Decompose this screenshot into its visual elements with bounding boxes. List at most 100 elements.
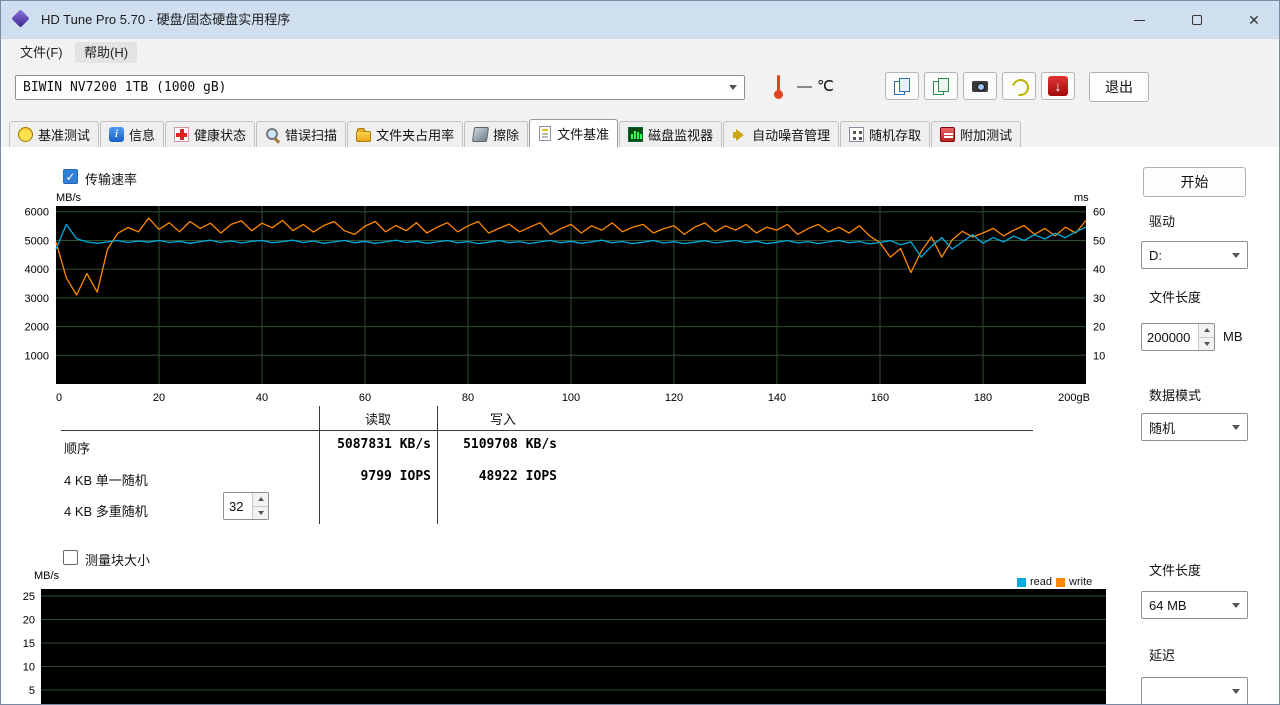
tab-label: 附加测试	[960, 128, 1013, 143]
benchmark-icon	[18, 127, 33, 142]
svg-text:140: 140	[768, 392, 786, 404]
svg-text:50: 50	[1093, 235, 1105, 247]
4k-single-read-value: 9799 IOPS	[360, 469, 431, 484]
tab-health[interactable]: 健康状态	[165, 121, 256, 147]
svg-text:5: 5	[29, 685, 35, 697]
tab-benchmark[interactable]: 基准测试	[9, 121, 100, 147]
window-chrome: HD Tune Pro 5.70 - 硬盘/固态硬盘实用程序 ✕ 文件(F) 帮…	[1, 1, 1279, 147]
erase-icon	[472, 127, 490, 142]
svg-text:20: 20	[153, 392, 165, 404]
minimize-button[interactable]	[1116, 1, 1162, 39]
tab-label: 随机存取	[869, 128, 922, 143]
file-length-label: 文件长度	[1149, 290, 1202, 305]
app-icon	[11, 9, 30, 28]
queue-depth-value: 32	[229, 498, 244, 514]
tab-label: 健康状态	[194, 128, 247, 143]
exit-button[interactable]: 退出	[1089, 72, 1149, 102]
update-icon	[1048, 76, 1068, 96]
temperature-unit: ℃	[817, 78, 834, 95]
app-window: HD Tune Pro 5.70 - 硬盘/固态硬盘实用程序 ✕ 文件(F) 帮…	[0, 0, 1280, 705]
acoustic-management-button[interactable]	[1002, 72, 1036, 100]
tab-random-access[interactable]: 随机存取	[840, 121, 931, 147]
svg-text:10: 10	[23, 662, 35, 674]
svg-text:1000: 1000	[25, 350, 49, 362]
svg-text:4000: 4000	[25, 264, 49, 276]
start-button[interactable]: 开始	[1143, 167, 1246, 197]
tab-label: 文件夹占用率	[376, 128, 455, 143]
row-4k-multi-label: 4 KB 多重随机	[64, 504, 148, 519]
copy-image-button[interactable]	[924, 72, 958, 100]
update-button[interactable]	[1041, 72, 1075, 100]
monitor-icon	[628, 127, 644, 142]
latency-label: 延迟	[1149, 648, 1176, 663]
svg-text:MB/s: MB/s	[56, 192, 82, 204]
acoustic-management-icon	[1009, 76, 1029, 96]
close-button[interactable]: ✕	[1231, 1, 1277, 39]
svg-text:20: 20	[23, 615, 35, 627]
menu-file[interactable]: 文件(F)	[11, 42, 72, 63]
tab-error-scan[interactable]: 错误扫描	[256, 121, 347, 147]
tab-file-benchmark[interactable]: 文件基准	[529, 119, 619, 147]
tab-label: 擦除	[493, 128, 520, 143]
svg-text:20: 20	[1093, 322, 1105, 334]
scan-icon	[265, 127, 280, 142]
drive-letter-value: D:	[1149, 247, 1162, 263]
tab-erase[interactable]: 擦除	[464, 121, 529, 147]
data-mode-select[interactable]: 随机	[1141, 413, 1248, 441]
filebench-icon	[539, 126, 552, 141]
file-length-value: 200000	[1147, 329, 1191, 345]
file-length2-label: 文件长度	[1149, 563, 1202, 578]
spin-down-button[interactable]	[253, 506, 268, 519]
svg-text:60: 60	[359, 392, 371, 404]
svg-text:40: 40	[256, 392, 268, 404]
spin-up-button[interactable]	[1199, 324, 1214, 338]
svg-text:120: 120	[665, 392, 683, 404]
chevron-down-icon	[1232, 602, 1240, 608]
maximize-button[interactable]	[1174, 1, 1220, 39]
svg-text:10: 10	[1093, 350, 1105, 362]
start-button-label: 开始	[1180, 174, 1209, 190]
row-sequential-label: 顺序	[64, 441, 91, 456]
tab-aam[interactable]: 自动噪音管理	[723, 121, 840, 147]
svg-text:80: 80	[462, 392, 474, 404]
drive-letter-select[interactable]: D:	[1141, 241, 1248, 269]
screenshot-button[interactable]	[963, 72, 997, 100]
drive-label: 驱动	[1149, 214, 1176, 229]
file-length-spinner[interactable]: 200000	[1141, 323, 1215, 351]
svg-text:ms: ms	[1074, 192, 1089, 204]
transfer-rate-label: 传输速率	[85, 172, 138, 187]
tab-folder-usage[interactable]: 文件夹占用率	[347, 121, 464, 147]
tab-label: 错误扫描	[285, 128, 338, 143]
sequential-read-value: 5087831 KB/s	[337, 437, 431, 452]
drive-select-value: BIWIN NV7200 1TB (1000 gB)	[23, 80, 227, 95]
screenshot-icon	[970, 76, 990, 96]
drive-select[interactable]: BIWIN NV7200 1TB (1000 gB)	[15, 75, 745, 100]
file-length2-select[interactable]: 64 MB	[1141, 591, 1248, 619]
tab-info[interactable]: 信息	[100, 121, 165, 147]
tab-label: 磁盘监视器	[648, 128, 714, 143]
toolbar-buttons	[885, 72, 1075, 100]
tab-bar: 基准测试 信息 健康状态 错误扫描 文件夹占用率 擦除 文件基准 磁盘监视器 自动噪音管理 随机存…	[9, 119, 1022, 147]
svg-text:15: 15	[23, 638, 35, 650]
chevron-down-icon	[729, 85, 737, 90]
spin-up-button[interactable]	[253, 493, 268, 507]
block-size-checkbox[interactable]	[63, 550, 78, 565]
tab-extra-tests[interactable]: 附加测试	[931, 121, 1022, 147]
latency-field[interactable]	[1141, 677, 1248, 704]
tab-disk-monitor[interactable]: 磁盘监视器	[619, 121, 723, 147]
transfer-rate-chart: 1000 2000 3000 4000 5000 6000 10 20 30 40 50 60 0 20 4…	[25, 192, 1106, 404]
tab-label: 自动噪音管理	[752, 128, 831, 143]
file-length-unit: MB	[1223, 329, 1243, 344]
transfer-rate-checkbox[interactable]	[63, 169, 78, 184]
info-icon	[109, 127, 125, 142]
maximize-icon	[1192, 15, 1202, 25]
chevron-down-icon	[1232, 252, 1240, 258]
svg-text:0: 0	[56, 392, 62, 404]
menu-help[interactable]: 帮助(H)	[75, 42, 138, 63]
svg-text:180: 180	[974, 392, 992, 404]
spin-down-button[interactable]	[1199, 337, 1214, 350]
folder-icon	[356, 127, 372, 142]
copy-text-button[interactable]	[885, 72, 919, 100]
svg-text:30: 30	[1093, 293, 1105, 305]
queue-depth-spinner[interactable]: 32	[223, 492, 269, 520]
